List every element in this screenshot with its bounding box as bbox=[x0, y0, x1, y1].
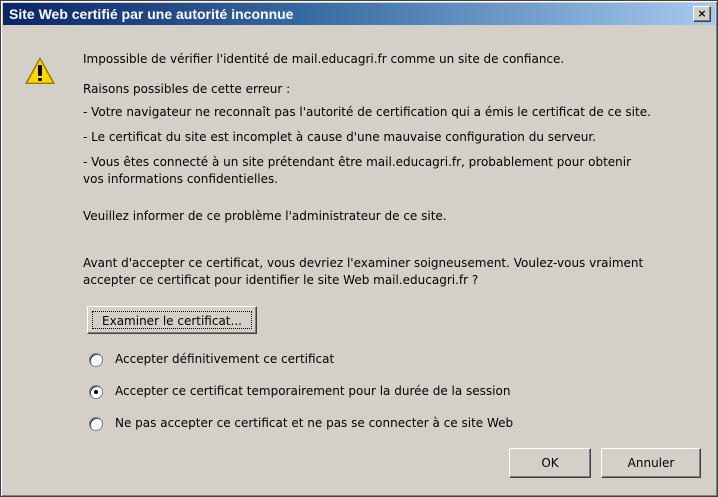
window-title: Site Web certifié par une autorité incon… bbox=[9, 6, 294, 22]
inform-admin-text: Veuillez informer de ce problème l'admin… bbox=[83, 209, 447, 223]
examine-certificate-button[interactable]: Examiner le certificat... bbox=[87, 306, 257, 334]
warning-triangle-icon bbox=[25, 57, 55, 84]
question-line1: Avant d'accepter ce certificat, vous dev… bbox=[83, 256, 644, 270]
radio-reject[interactable] bbox=[89, 417, 103, 431]
reason-incomplete-certificate: - Le certificat du site est incomplet à … bbox=[83, 130, 597, 144]
ok-button[interactable]: OK bbox=[509, 448, 591, 478]
close-button[interactable]: × bbox=[693, 6, 711, 22]
question-line2: accepter ce certificat pour identifier l… bbox=[83, 273, 479, 287]
reason-impersonation-line2: vos informations confidentielles. bbox=[83, 172, 279, 186]
cancel-button[interactable]: Annuler bbox=[601, 448, 701, 478]
radio-accept-permanently[interactable] bbox=[89, 353, 103, 367]
certificate-warning-dialog: Site Web certifié par une autorité incon… bbox=[0, 0, 718, 497]
reasons-heading: Raisons possibles de cette erreur : bbox=[83, 82, 291, 96]
close-icon: × bbox=[697, 7, 707, 20]
radio-accept-session[interactable] bbox=[89, 385, 103, 399]
intro-text: Impossible de vérifier l'identité de mai… bbox=[83, 52, 565, 66]
title-bar[interactable]: Site Web certifié par une autorité incon… bbox=[3, 3, 715, 25]
ok-button-label: OK bbox=[541, 456, 559, 470]
cancel-button-label: Annuler bbox=[627, 456, 675, 470]
option-reject-label: Ne pas accepter ce certificat et ne pas … bbox=[115, 416, 514, 430]
reason-unknown-authority: - Votre navigateur ne reconnaît pas l'au… bbox=[83, 105, 651, 119]
option-accept-session-label: Accepter ce certificat temporairement po… bbox=[115, 384, 511, 398]
reason-impersonation-line1: - Vous êtes connecté à un site prétendan… bbox=[83, 155, 632, 169]
radio-selected-dot bbox=[94, 390, 98, 394]
option-accept-permanently-label: Accepter définitivement ce certificat bbox=[115, 352, 335, 366]
examine-certificate-label: Examiner le certificat... bbox=[92, 311, 252, 329]
